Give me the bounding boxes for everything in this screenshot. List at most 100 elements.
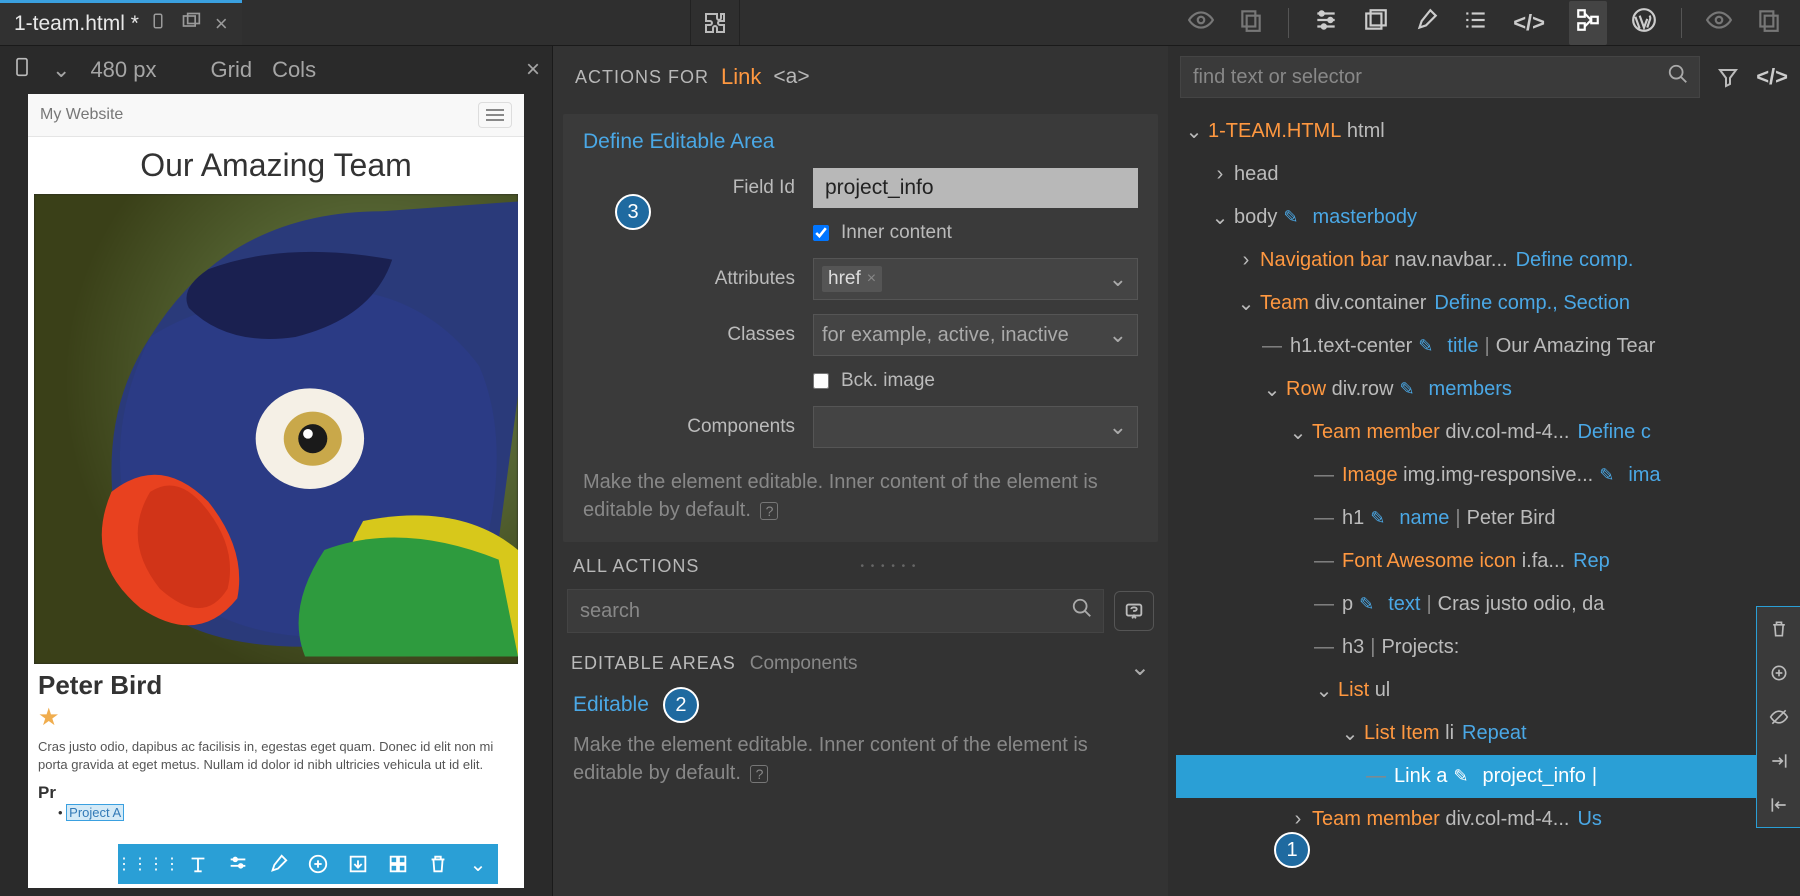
inner-content-checkbox[interactable] [813,225,829,241]
tree-node-body[interactable]: ⌄body✎masterbody [1176,196,1800,239]
viewport-width[interactable]: 480 px [90,57,156,83]
wordpress-icon[interactable] [1631,7,1657,39]
step-badge-2: 2 [663,687,699,723]
eye-icon-2[interactable] [1706,7,1732,39]
drag-grip-icon[interactable]: ⋮⋮⋮⋮ [118,854,178,874]
cols-toggle[interactable]: Cols [272,57,316,83]
chevron-down-icon[interactable]: ⌄ [1109,414,1127,440]
list-icon[interactable] [1463,7,1489,39]
components-select[interactable]: ⌄ [813,406,1138,448]
close-icon[interactable]: × [526,56,540,84]
editable-action[interactable]: Editable [573,693,649,717]
copy-icon[interactable] [1238,7,1264,39]
brush-icon[interactable] [258,844,298,884]
text-edit-icon[interactable] [178,844,218,884]
insert-icon[interactable] [338,844,378,884]
collapse-left-icon[interactable] [1757,783,1800,827]
step-badge-3: 3 [615,194,651,230]
sliders-icon[interactable] [218,844,258,884]
member-name: Peter Bird [28,664,524,703]
tree-node-image[interactable]: —Image img.img-responsive...✎ima [1176,454,1800,497]
tree-node-team[interactable]: ⌄Team div.containerDefine comp., Section [1176,282,1800,325]
selected-element-label: Link [721,64,761,90]
actions-search-input[interactable]: search [567,589,1104,633]
eye-icon[interactable] [1188,7,1214,39]
editable-areas-sub: Components [750,653,858,675]
hamburger-icon[interactable] [478,102,512,128]
tree-side-tools [1756,606,1800,828]
inner-content-label: Inner content [841,222,952,244]
chevron-down-icon[interactable]: ⌄ [1109,266,1127,292]
file-tab[interactable]: 1-team.html * × [0,0,242,45]
dom-tree-panel: find text or selector </> ⌄1-TEAM.HTML h… [1168,46,1800,896]
chevron-down-icon[interactable]: ⌄ [52,57,70,83]
step-badge-1: 1 [1274,832,1310,868]
project-link[interactable]: • Project A [58,805,524,820]
tree-node-p[interactable]: —p✎text|Cras justo odio, da [1176,583,1800,626]
help-button[interactable] [1114,591,1154,631]
field-id-input[interactable] [813,168,1138,208]
classes-label: Classes [583,324,813,346]
page-preview[interactable]: My Website Our Amazing Team [28,94,524,888]
star-icon: ★ [28,703,524,732]
filter-icon[interactable] [1710,59,1746,95]
code-icon[interactable]: </> [1756,64,1788,90]
tree-node-h1[interactable]: —h1.text-center✎title|Our Amazing Tear [1176,325,1800,368]
add-icon[interactable] [298,844,338,884]
tree-node-h3[interactable]: —h3|Projects: [1176,626,1800,669]
actions-panel: ACTIONS FOR Link <a> Define Editable Are… [553,46,1168,896]
bck-image-checkbox[interactable] [813,373,829,389]
copy-icon-2[interactable] [1756,7,1782,39]
close-tab-icon[interactable]: × [215,11,228,37]
help-icon[interactable]: ? [750,765,768,783]
target-add-icon[interactable] [1757,651,1800,695]
code-icon[interactable]: </> [1513,10,1545,36]
tree-search-input[interactable]: find text or selector [1180,56,1700,98]
more-icon[interactable]: ⌄ [458,844,498,884]
eye-off-icon[interactable] [1757,695,1800,739]
projects-heading: Pr [28,779,524,803]
trash-icon[interactable] [1757,607,1800,651]
help-icon[interactable]: ? [760,502,778,520]
device-icon[interactable] [149,10,167,38]
chevron-down-icon[interactable]: ⌄ [1109,322,1127,348]
member-image [34,194,518,664]
search-icon[interactable] [1667,63,1689,91]
tree-node-root[interactable]: ⌄1-TEAM.HTML html [1176,110,1800,153]
actions-for-label: ACTIONS FOR [575,67,709,88]
tree-node-team-member[interactable]: ⌄Team member div.col-md-4...Define c [1176,411,1800,454]
attributes-label: Attributes [583,268,813,290]
chevron-down-icon[interactable]: ⌄ [1130,653,1150,682]
tree-node-h1-name[interactable]: —h1✎name|Peter Bird [1176,497,1800,540]
tree-node-head[interactable]: ›head [1176,153,1800,196]
device-button[interactable] [12,54,32,86]
top-bar: 1-team.html * × [0,0,1800,46]
classes-select[interactable]: for example, active, inactive ⌄ [813,314,1138,356]
editable-hint-2: Make the element editable. Inner content… [553,727,1168,801]
grid-toggle[interactable]: Grid [211,57,253,83]
field-id-label: Field Id [583,177,813,199]
collapse-right-icon[interactable] [1757,739,1800,783]
tree-node-list-item[interactable]: ⌄List Item liRepeat [1176,712,1800,755]
preview-pane: ⌄ 480 px Grid Cols × My Website Our Amaz… [0,46,553,896]
trash-icon[interactable] [418,844,458,884]
attributes-select[interactable]: href× ⌄ [813,258,1138,300]
multi-window-icon[interactable] [181,11,201,37]
grid-icon[interactable] [378,844,418,884]
puzzle-icon[interactable] [690,0,740,45]
tree-node-nav[interactable]: ›Navigation bar nav.navbar...Define comp… [1176,239,1800,282]
panels-icon[interactable] [1363,7,1389,39]
remove-chip-icon[interactable]: × [867,270,876,288]
search-icon[interactable] [1071,597,1093,625]
bck-image-label: Bck. image [841,370,935,392]
brush-icon[interactable] [1413,7,1439,39]
tree-node-row[interactable]: ⌄Row div.row✎members [1176,368,1800,411]
sliders-icon[interactable] [1313,7,1339,39]
all-actions-label: ALL ACTIONS [573,556,699,577]
tree-node-team-member-2[interactable]: ›Team member div.col-md-4...Us [1176,798,1800,841]
tree-node-list[interactable]: ⌄List ul [1176,669,1800,712]
tree-node-link-selected[interactable]: —Link a✎project_info| [1176,755,1800,798]
tree-icon[interactable] [1569,1,1607,45]
tree-node-fa[interactable]: —Font Awesome icon i.fa...Rep [1176,540,1800,583]
components-label: Components [583,416,813,438]
